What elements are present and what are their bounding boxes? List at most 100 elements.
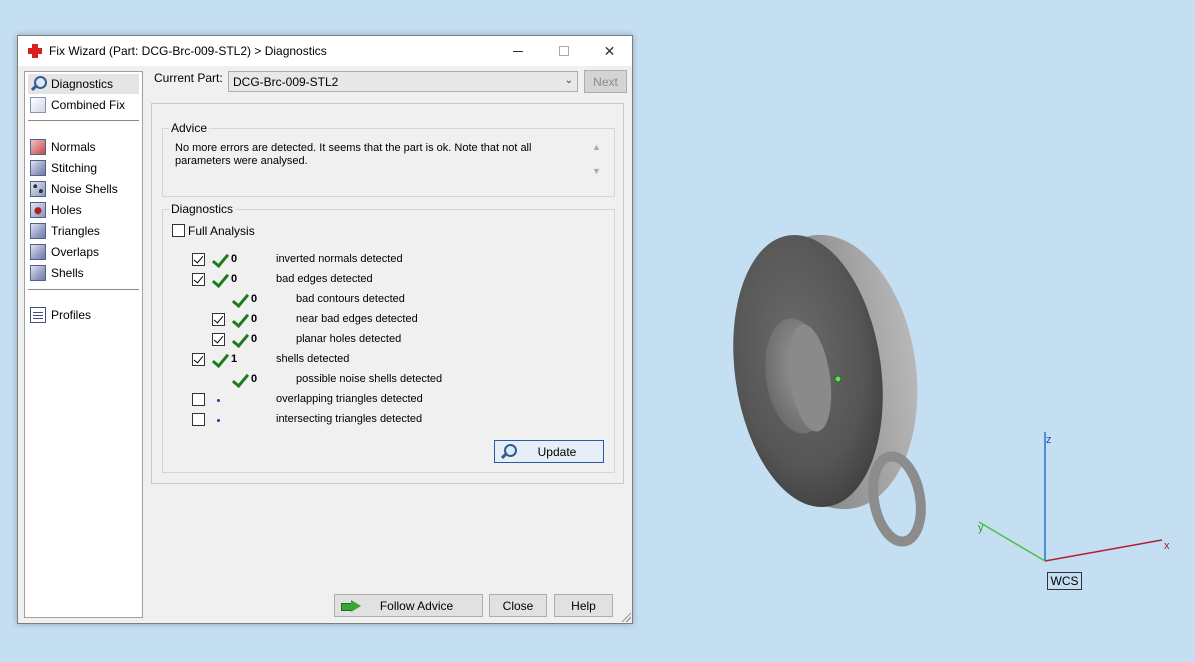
ok-check-icon (211, 252, 229, 268)
next-button[interactable]: Next (584, 70, 627, 93)
advice-scrollbar[interactable]: ▲ ▼ (589, 142, 604, 184)
bad-contours-count: 0 (251, 293, 258, 305)
close-window-button[interactable]: ✕ (587, 36, 632, 66)
overlapping-triangles-checkbox[interactable] (192, 393, 205, 406)
title-bar[interactable]: Fix Wizard (Part: DCG-Brc-009-STL2) > Di… (18, 36, 632, 66)
magnifier-icon (30, 76, 47, 92)
advice-text: No more errors are detected. It seems th… (175, 142, 585, 168)
shells-label: shells detected (276, 353, 350, 365)
ok-check-icon (211, 352, 229, 368)
chevron-down-icon[interactable]: ⌄ (565, 75, 573, 86)
near-bad-edges-checkbox[interactable] (212, 313, 225, 326)
ok-check-icon (231, 332, 249, 348)
green-arrow-icon (341, 600, 361, 612)
scroll-up-icon[interactable]: ▲ (589, 142, 604, 152)
not-analysed-dot-icon (217, 419, 220, 422)
resize-grip[interactable] (621, 612, 631, 622)
full-analysis-label: Full Analysis (188, 224, 255, 238)
maximize-button[interactable] (541, 36, 586, 66)
diagnostics-legend: Diagnostics (169, 202, 236, 216)
nav-item-noise-shells[interactable]: Noise Shells (28, 179, 139, 199)
help-button[interactable]: Help (554, 594, 613, 617)
current-part-select[interactable]: DCG-Brc-009-STL2 ⌄ (228, 71, 578, 92)
near-bad-edges-count: 0 (251, 313, 258, 325)
bad-edges-count: 0 (231, 273, 238, 285)
y-axis-label: y (978, 522, 984, 534)
normals-cube-icon (30, 139, 46, 155)
nav-item-label: Diagnostics (51, 77, 114, 91)
not-analysed-dot-icon (217, 399, 220, 402)
maximize-icon (558, 46, 569, 56)
bad-edges-label: bad edges detected (276, 273, 373, 285)
bad-edges-checkbox[interactable] (192, 273, 205, 286)
3d-viewport[interactable]: z x y (640, 0, 1195, 662)
noise-shells-cube-icon (30, 181, 46, 197)
minimize-icon (512, 50, 523, 52)
nav-item-combined-fix[interactable]: Combined Fix (28, 95, 139, 115)
nav-item-diagnostics[interactable]: Diagnostics (28, 74, 139, 94)
close-icon: ✕ (603, 42, 616, 59)
nav-item-label: Stitching (51, 161, 98, 175)
nav-item-normals[interactable]: Normals (28, 137, 139, 157)
ring-model[interactable] (717, 224, 935, 547)
planar-holes-checkbox[interactable] (212, 333, 225, 346)
intersecting-triangles-label: intersecting triangles detected (276, 413, 423, 425)
nav-item-label: Triangles (51, 224, 100, 238)
ok-check-icon (231, 312, 249, 328)
nav-item-label: Overlaps (51, 245, 100, 259)
x-axis-label: x (1164, 540, 1170, 552)
nav-item-label: Holes (51, 203, 82, 217)
nav-item-label: Noise Shells (51, 182, 118, 196)
noise-shells-label: possible noise shells detected (296, 373, 443, 385)
profiles-document-icon (30, 307, 46, 323)
nav-divider (28, 120, 139, 121)
fix-wizard-dialog: Fix Wizard (Part: DCG-Brc-009-STL2) > Di… (17, 35, 633, 624)
z-axis-label: z (1046, 434, 1052, 446)
update-button[interactable]: Update (494, 440, 604, 463)
planar-holes-label: planar holes detected (296, 333, 402, 345)
ok-check-icon (231, 372, 249, 388)
advice-group: Advice No more errors are detected. It s… (162, 121, 615, 197)
wcs-axes: z x y (978, 432, 1170, 562)
nav-item-holes[interactable]: Holes (28, 200, 139, 220)
nav-item-label: Profiles (51, 308, 92, 322)
full-analysis-checkbox[interactable] (172, 224, 185, 237)
close-button[interactable]: Close (489, 594, 547, 617)
shells-checkbox[interactable] (192, 353, 205, 366)
advice-line: No more errors are detected. It seems th… (175, 142, 532, 154)
nav-item-label: Shells (51, 266, 84, 280)
bad-contours-label: bad contours detected (296, 293, 405, 305)
planar-holes-count: 0 (251, 333, 258, 345)
update-label: Update (537, 444, 577, 459)
overlapping-triangles-label: overlapping triangles detected (276, 393, 423, 405)
ok-check-icon (211, 272, 229, 288)
stitching-cube-icon (30, 160, 46, 176)
inverted-normals-label: inverted normals detected (276, 253, 403, 265)
window-title: Fix Wizard (Part: DCG-Brc-009-STL2) > Di… (49, 44, 327, 58)
current-part-label: Current Part: (154, 71, 223, 85)
nav-item-label: Normals (51, 140, 96, 154)
wizard-nav-panel: Diagnostics Combined Fix Normals Stitchi… (24, 71, 143, 618)
scroll-down-icon[interactable]: ▼ (589, 166, 604, 176)
triangles-cube-icon (30, 223, 46, 239)
follow-advice-button[interactable]: Follow Advice (334, 594, 483, 617)
magnifier-icon (500, 444, 517, 460)
intersecting-triangles-checkbox[interactable] (192, 413, 205, 426)
follow-advice-label: Follow Advice (379, 598, 454, 613)
wcs-label: WCS (1047, 572, 1082, 590)
advice-legend: Advice (169, 121, 210, 135)
shells-count: 1 (231, 353, 238, 365)
nav-item-stitching[interactable]: Stitching (28, 158, 139, 178)
noise-shells-count: 0 (251, 373, 258, 385)
nav-item-profiles[interactable]: Profiles (28, 305, 139, 325)
nav-item-shells[interactable]: Shells (28, 263, 139, 283)
nav-item-triangles[interactable]: Triangles (28, 221, 139, 241)
inverted-normals-checkbox[interactable] (192, 253, 205, 266)
shells-cube-icon (30, 265, 46, 281)
minimize-button[interactable] (495, 36, 540, 66)
near-bad-edges-label: near bad edges detected (296, 313, 418, 325)
nav-item-overlaps[interactable]: Overlaps (28, 242, 139, 262)
nav-divider (28, 289, 139, 290)
advice-line: parameters were analysed. (175, 155, 308, 167)
overlaps-cube-icon (30, 244, 46, 260)
